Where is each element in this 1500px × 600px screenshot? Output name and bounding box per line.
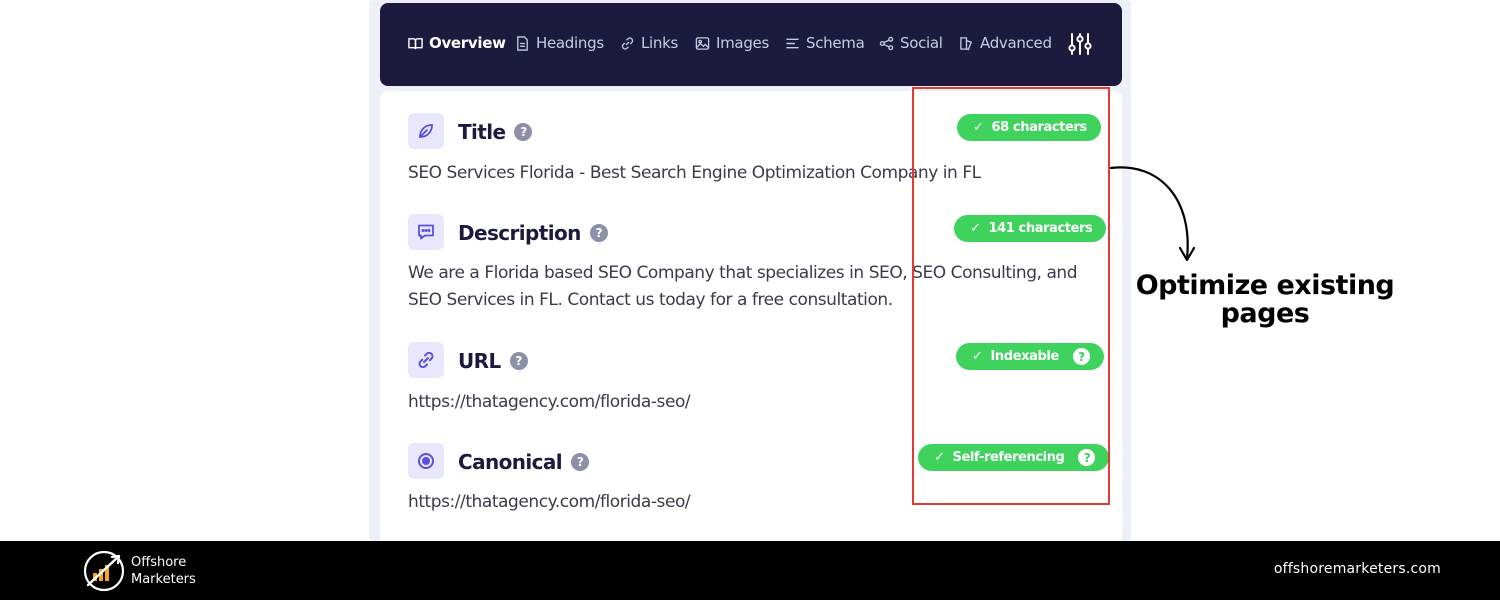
- canonical-row-icon: [408, 443, 444, 479]
- tab-social[interactable]: Social: [879, 32, 943, 54]
- help-icon[interactable]: ?: [509, 352, 528, 370]
- tab-links[interactable]: Links: [620, 32, 678, 54]
- tab-label: Headings: [536, 34, 604, 52]
- slide: Overview Headings Links Images Schema So…: [0, 0, 1500, 600]
- url-row-icon: [408, 342, 444, 378]
- row-title-canonical: Canonical ?: [458, 448, 590, 476]
- help-icon[interactable]: ?: [589, 224, 608, 242]
- annotation-line: pages: [1220, 298, 1310, 329]
- annotation-caption: Optimize existing pages: [1130, 272, 1400, 328]
- book-icon: [408, 37, 423, 49]
- help-icon[interactable]: ?: [571, 453, 590, 471]
- row-title-label: Canonical: [458, 450, 563, 474]
- leaf-icon: [419, 124, 433, 138]
- tab-headings[interactable]: Headings: [515, 32, 604, 54]
- tab-overview[interactable]: Overview: [408, 32, 506, 54]
- row-title-description: Description ?: [458, 219, 608, 247]
- tab-label: Social: [900, 34, 943, 52]
- logo-wordmark: Offshore Marketers: [131, 554, 196, 588]
- share-icon: [879, 36, 894, 50]
- tab-label: Advanced: [980, 34, 1052, 52]
- message-icon: [418, 224, 434, 240]
- link-icon: [621, 36, 634, 50]
- row-title-label: Title: [458, 120, 506, 144]
- tab-label: Overview: [429, 34, 506, 52]
- tab-label: Images: [716, 34, 769, 52]
- logo-line: Offshore: [131, 555, 187, 570]
- list-icon: [786, 38, 799, 48]
- row-title-title: Title ?: [458, 118, 533, 146]
- image-icon: [695, 36, 710, 50]
- footer-url[interactable]: offshoremarketers.com: [1274, 561, 1441, 577]
- tab-advanced[interactable]: Advanced: [959, 32, 1052, 54]
- advanced-icon: [960, 36, 973, 51]
- row-title-label: URL: [458, 349, 501, 373]
- row-title-url: URL ?: [458, 347, 528, 375]
- highlight-box: [912, 87, 1110, 505]
- help-icon[interactable]: ?: [514, 123, 533, 141]
- title-row-icon: [408, 113, 444, 149]
- row-title-label: Description: [458, 221, 581, 245]
- document-icon: [517, 35, 528, 51]
- description-row-icon: [408, 214, 444, 250]
- curved-arrow-icon: [1109, 166, 1196, 262]
- link-icon: [418, 351, 434, 369]
- offshore-marketers-logo-icon: [83, 550, 125, 592]
- annotation-line: Optimize existing: [1135, 270, 1395, 301]
- target-icon: [418, 453, 434, 469]
- logo-line: Marketers: [131, 572, 196, 587]
- sliders-icon[interactable]: [1067, 31, 1093, 57]
- tab-label: Schema: [806, 34, 865, 52]
- tab-images[interactable]: Images: [695, 32, 769, 54]
- tab-label: Links: [641, 34, 679, 52]
- tab-schema[interactable]: Schema: [785, 32, 865, 54]
